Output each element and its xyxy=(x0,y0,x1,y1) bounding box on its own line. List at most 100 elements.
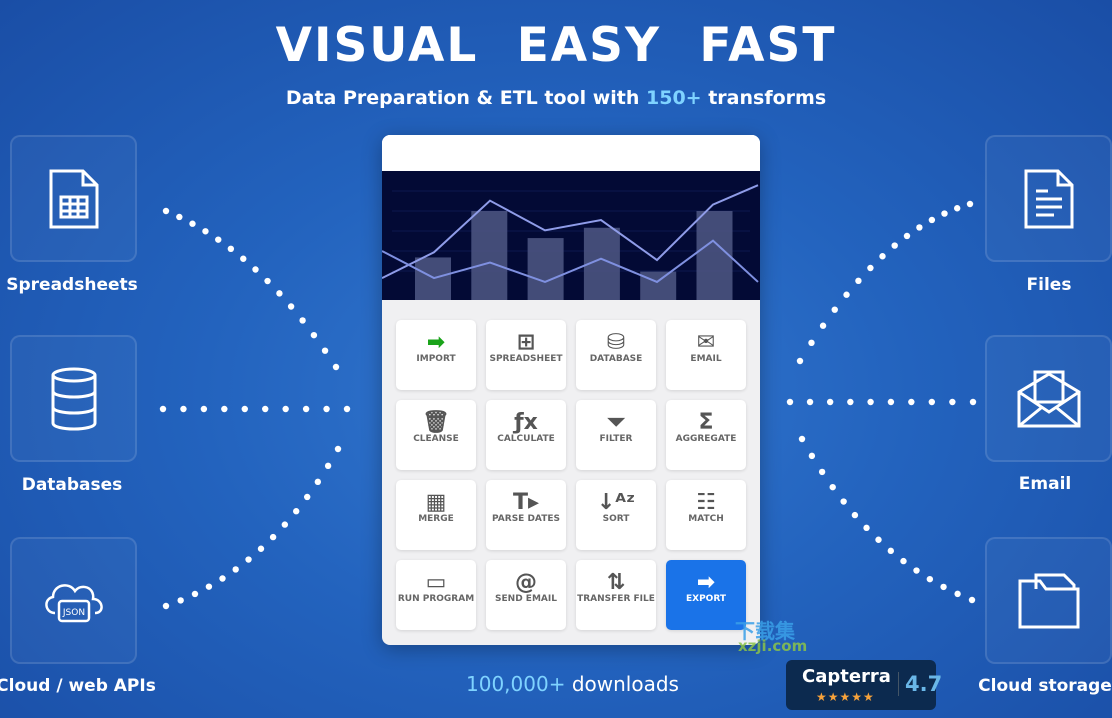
connector-dot xyxy=(916,224,923,231)
downloads-count: 100,000+ downloads xyxy=(466,672,679,696)
tile-match[interactable]: ☷ MATCH xyxy=(666,480,746,550)
connector-dot xyxy=(334,445,342,453)
connector-dot xyxy=(903,232,911,240)
json-badge: JSON xyxy=(61,608,84,618)
match-icon: ☷ xyxy=(696,490,716,515)
dest-label-files: Files xyxy=(1026,275,1072,295)
connector-dot xyxy=(200,405,208,413)
file-icon xyxy=(985,135,1112,262)
connector-dot xyxy=(310,331,318,339)
cloud-json-icon: JSON xyxy=(10,537,137,664)
connector-dot xyxy=(926,575,934,583)
connector-dot xyxy=(819,322,827,329)
connector-dot xyxy=(191,590,199,598)
tile-export[interactable]: ➡ EXPORT xyxy=(666,560,746,630)
connector-dot xyxy=(891,242,898,249)
connector-dot xyxy=(796,357,804,365)
email-icon xyxy=(985,335,1112,462)
tile-cleanse[interactable]: 🗑 CLEANSE xyxy=(396,400,476,470)
tile-import[interactable]: ➡ IMPORT xyxy=(396,320,476,390)
parse-dates-icon: T▸ xyxy=(512,490,540,515)
connector-dot xyxy=(332,363,340,371)
connector-dot xyxy=(968,596,976,604)
connector-dot xyxy=(875,536,882,543)
connector-dot xyxy=(949,398,956,406)
send-email-icon: @ xyxy=(515,570,537,595)
tile-database[interactable]: ⛁ DATABASE xyxy=(576,320,656,390)
tile-spreadsheet[interactable]: ⊞ SPREADSHEET xyxy=(486,320,566,390)
tile-aggregate[interactable]: Σ AGGREGATE xyxy=(666,400,746,470)
connector-dot xyxy=(900,557,907,565)
tile-label: EMAIL xyxy=(690,354,722,364)
connector-dot xyxy=(867,264,874,272)
chart-bar xyxy=(527,238,564,300)
connector-dot xyxy=(808,339,815,347)
subtitle: Data Preparation & ETL tool with 150+ tr… xyxy=(0,87,1112,109)
capterra-logo: Capterra xyxy=(802,666,891,687)
connector-dot xyxy=(241,405,248,413)
connector-dot xyxy=(293,508,300,515)
tile-send-email[interactable]: @ SEND EMAIL xyxy=(486,560,566,630)
connector-dot xyxy=(282,405,289,413)
connector-dot xyxy=(908,398,915,406)
connector-dot xyxy=(829,483,836,491)
connector-dot xyxy=(887,547,895,555)
connector-dot xyxy=(162,602,170,610)
connector-dot xyxy=(867,398,874,406)
connector-dot xyxy=(205,583,213,590)
tile-run-program[interactable]: ▭ RUN PROGRAM xyxy=(396,560,476,630)
tile-email[interactable]: ✉ EMAIL xyxy=(666,320,746,390)
connector-dot xyxy=(941,210,948,217)
connector-dot xyxy=(826,398,834,406)
connector-dot xyxy=(219,575,226,582)
chart-bar xyxy=(696,210,733,300)
connector-dot xyxy=(928,398,936,406)
tile-label: CALCULATE xyxy=(497,434,555,444)
connector-dot xyxy=(818,468,826,476)
rating-value: 4.7 xyxy=(898,672,942,696)
tile-sort[interactable]: ↓ᴬᶻ SORT xyxy=(576,480,656,550)
tile-transfer-file[interactable]: ⇅ TRANSFER FILE xyxy=(576,560,656,630)
folder-icon xyxy=(985,537,1112,664)
connector-dot xyxy=(798,435,806,443)
connector-dot xyxy=(806,398,814,406)
connector-dot xyxy=(252,266,259,273)
connector-dot xyxy=(180,405,187,413)
tile-parse-dates[interactable]: T▸ PARSE DATES xyxy=(486,480,566,550)
connector-dot xyxy=(177,597,184,604)
calculate-icon: ƒx xyxy=(514,410,538,435)
connector-dot xyxy=(262,405,269,413)
sort-icon: ↓ᴬᶻ xyxy=(596,490,636,515)
email-icon: ✉ xyxy=(696,330,716,355)
app-preview-card: ➡ IMPORT ⊞ SPREADSHEET ⛁ DATABASE ✉ EMAIL 🗑 CLEAN… xyxy=(382,135,760,645)
connector-dot xyxy=(269,533,277,541)
capterra-badge[interactable]: Capterra ★★★★★ 4.7 xyxy=(786,660,942,710)
connector-dot xyxy=(863,524,870,532)
connector-dot xyxy=(221,405,228,413)
connector-dot xyxy=(215,236,222,243)
tile-filter[interactable]: ⏷ FILTER xyxy=(576,400,656,470)
run-program-icon: ▭ xyxy=(425,570,447,595)
source-label-spreadsheets: Spreadsheets xyxy=(6,275,138,295)
tile-merge[interactable]: ▦ MERGE xyxy=(396,480,476,550)
connector-dot xyxy=(176,213,183,221)
connector-dot xyxy=(302,405,310,413)
headline: VISUAL EASY FAST xyxy=(275,18,837,73)
tile-label: AGGREGATE xyxy=(675,434,737,444)
connector-dot xyxy=(240,255,247,262)
connector-dot xyxy=(847,398,854,406)
connector-dot xyxy=(940,583,947,591)
database-icon xyxy=(10,335,137,462)
spreadsheet-icon xyxy=(10,135,137,262)
tile-label: SPREADSHEET xyxy=(489,354,563,364)
tile-label: RUN PROGRAM xyxy=(397,594,475,604)
tile-label: MERGE xyxy=(418,514,454,524)
connector-dot xyxy=(276,290,283,297)
connector-dot xyxy=(257,545,265,552)
connector-dot xyxy=(840,498,847,505)
connector-dot xyxy=(189,220,196,227)
rating-stars: ★★★★★ xyxy=(816,690,875,704)
tile-calculate[interactable]: ƒx CALCULATE xyxy=(486,400,566,470)
merge-icon: ▦ xyxy=(425,490,447,515)
tile-label: TRANSFER FILE xyxy=(577,594,655,604)
